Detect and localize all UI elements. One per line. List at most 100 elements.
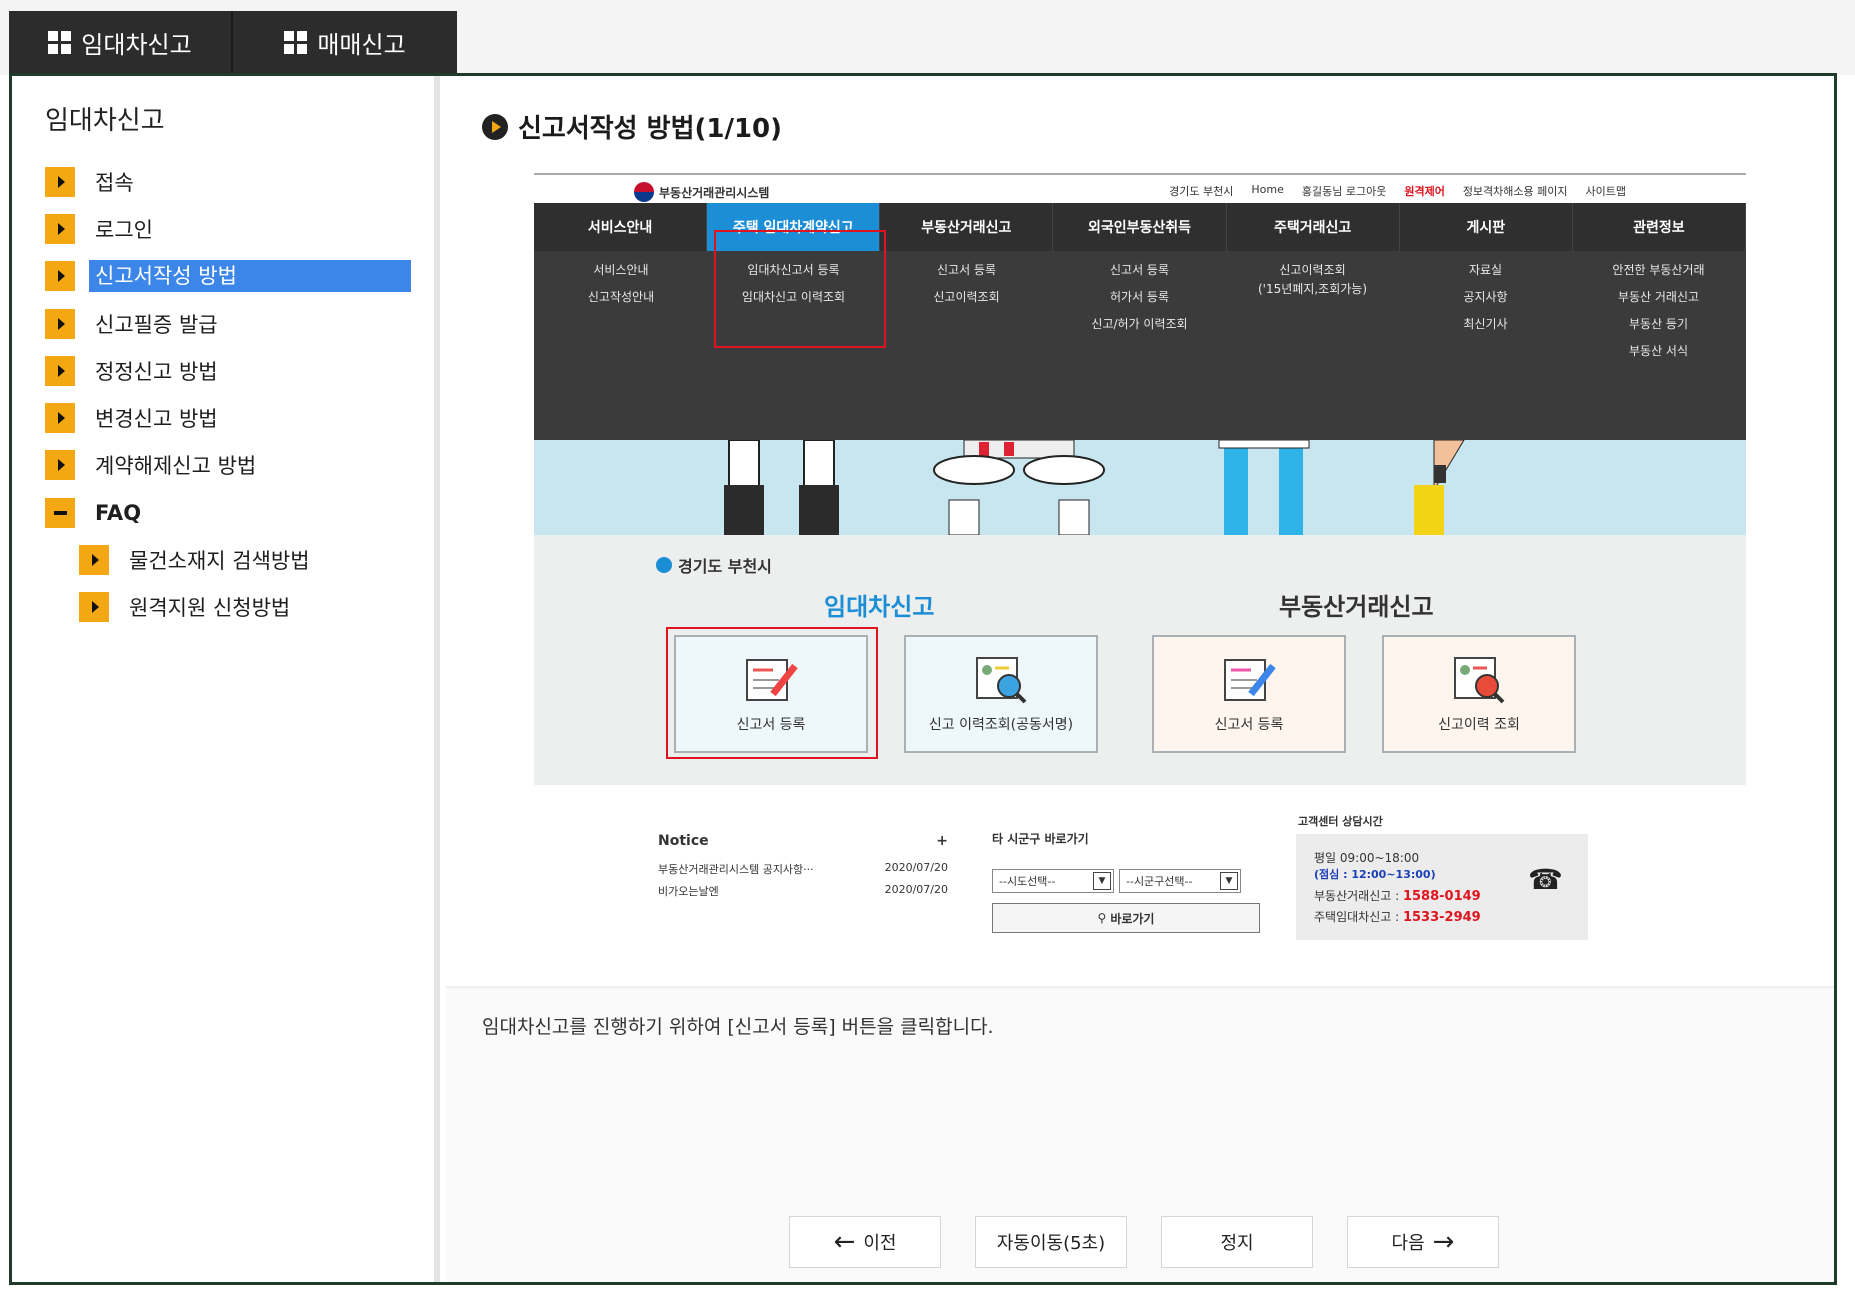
sidebar-title: 임대차신고	[45, 106, 165, 136]
contact-line-label: 주택임대차신고 :	[1314, 910, 1403, 924]
site-nav-item: 게시판	[1400, 203, 1573, 251]
auto-advance-label: 자동이동(5초)	[996, 1233, 1106, 1254]
util-remote: 원격제어	[1404, 185, 1445, 198]
sidebar-item-label: 신고서작성 방법	[89, 260, 411, 293]
tab-label: 매매신고	[317, 30, 406, 59]
site-sub-item: 신고서 등록	[936, 263, 996, 277]
sidebar-item-address-search[interactable]: 물건소재지 검색방법	[45, 536, 415, 583]
next-button[interactable]: 다음 →	[1347, 1216, 1499, 1268]
sidebar-item-change[interactable]: 변경신고 방법	[45, 394, 415, 441]
shortcut-box: 타 시군구 바로가기 --시도선택-- ▼ --시군구선택-- ▼ ⚲ 바로가기	[992, 830, 1262, 933]
sidebar-item-write-report[interactable]: 신고서작성 방법	[45, 253, 415, 300]
prev-button[interactable]: ← 이전	[789, 1216, 941, 1268]
shortcut-go-label: 바로가기	[1110, 911, 1155, 926]
util-links: 경기도 부천시 Home 홍길동님 로그아웃 원격제어 정보격차해소용 페이지 …	[1169, 183, 1626, 199]
site-sub-item: 신고/허가 이력조회	[1091, 317, 1188, 331]
site-sub-item: 부동산 등기	[1628, 317, 1688, 331]
notice-text: 부동산거래관리시스템 공지사항···	[658, 863, 814, 876]
card-trade-register[interactable]: 신고서 등록	[1152, 635, 1346, 753]
site-sub-menu: 신고서 등록 허가서 등록 신고/허가 이력조회	[1053, 261, 1226, 332]
city-select-value: --시군구선택--	[1126, 875, 1193, 888]
site-sub-item: 공지사항	[1463, 290, 1508, 304]
contact-line: 주택임대차신고 : 1533-2949	[1314, 907, 1570, 928]
tab-sale-report[interactable]: 매매신고	[233, 11, 457, 73]
chevron-down-icon: ▼	[1220, 872, 1238, 890]
contact-line-number: 1533-2949	[1402, 910, 1481, 925]
chevron-down-icon: ▼	[1093, 872, 1111, 890]
hero-illustration-graphic	[724, 440, 1465, 535]
card-label: 신고 이력조회(공동서명)	[928, 717, 1074, 733]
contact-title: 고객센터 상담시간	[1298, 815, 1383, 828]
card-label: 신고서 등록	[1214, 717, 1284, 733]
notice-box: Notice + 부동산거래관리시스템 공지사항··· 2020/07/20 비가오…	[658, 833, 948, 905]
notice-date: 2020/07/20	[884, 861, 948, 874]
contact-line-label: 부동산거래신고 :	[1314, 889, 1403, 903]
card-lease-history[interactable]: 신고 이력조회(공동서명)	[904, 635, 1098, 753]
caret-right-icon	[45, 403, 75, 434]
province-select: --시도선택-- ▼	[992, 869, 1114, 893]
step-controls: ← 이전 자동이동(5초) 정지 다음 →	[789, 1216, 1499, 1268]
auto-advance-button[interactable]: 자동이동(5초)	[975, 1216, 1127, 1268]
contact-box: 평일 09:00~18:00 (점심 : 12:00~13:00) 부동산거래신…	[1296, 834, 1588, 940]
sidebar-item-label: 신고필증 발급	[95, 312, 218, 337]
sidebar-item-label: 로그인	[95, 217, 153, 242]
site-sub-item: 신고작성안내	[587, 290, 655, 304]
caret-right-icon	[45, 450, 75, 481]
region-bullet-icon	[656, 557, 672, 573]
trade-heading: 부동산거래신고	[1279, 593, 1434, 621]
sidebar-item-correction[interactable]: 정정신고 방법	[45, 347, 415, 394]
shortcut-selects: --시도선택-- ▼ --시군구선택-- ▼	[992, 869, 1262, 893]
arrow-right-icon: →	[1432, 1227, 1455, 1257]
sidebar-item-label: 계약해제신고 방법	[95, 454, 257, 479]
sidebar-item-label: 정정신고 방법	[95, 359, 218, 384]
site-nav-item: 외국인부동산취득	[1053, 203, 1227, 251]
province-select-value: --시도선택--	[999, 875, 1056, 888]
service-panel: 경기도 부천시 임대차신고 부동산거래신고 신고서 등록 신고 이력조회(공동서…	[534, 535, 1746, 785]
site-sub-menu: 안전한 부동산거래 부동산 거래신고 부동산 등기 부동산 서식	[1572, 261, 1745, 359]
contact-line-number: 1588-0149	[1402, 889, 1481, 904]
search-document-icon	[1454, 657, 1505, 704]
site-sub-item: 부동산 거래신고	[1617, 290, 1700, 304]
next-button-label: 다음	[1391, 1233, 1425, 1254]
util-home: Home	[1251, 183, 1284, 196]
sidebar-item-certificate[interactable]: 신고필증 발급	[45, 300, 415, 347]
stop-button[interactable]: 정지	[1161, 1216, 1313, 1268]
content-frame: 임대차신고 접속 로그인 신고서작성 방법 신고필증 발급 정정신고 방법 변경…	[9, 73, 1837, 1285]
tutorial-screenshot: 부동산거래관리시스템 경기도 부천시 Home 홍길동님 로그아웃 원격제어 정…	[534, 173, 1746, 1043]
region-label: 경기도 부천시	[656, 553, 772, 577]
stop-button-label: 정지	[1220, 1233, 1254, 1254]
prev-button-label: 이전	[863, 1233, 897, 1254]
site-sub-item: ('15년폐지,조회가능)	[1257, 282, 1368, 296]
region-text: 경기도 부천시	[678, 557, 772, 576]
phone-icon: ☎	[1528, 863, 1563, 896]
caret-right-icon	[45, 261, 75, 292]
hero-illustration	[534, 440, 1746, 535]
sidebar-item-faq[interactable]: FAQ	[45, 489, 415, 536]
shortcut-go-button: ⚲ 바로가기	[992, 903, 1260, 933]
tab-lease-report[interactable]: 임대차신고	[9, 11, 233, 73]
sidebar-item-label: 변경신고 방법	[95, 407, 218, 432]
site-util-bar: 부동산거래관리시스템 경기도 부천시 Home 홍길동님 로그아웃 원격제어 정…	[534, 173, 1746, 203]
sidebar-item-remote-support[interactable]: 원격지원 신청방법	[45, 584, 415, 631]
grid-icon	[48, 30, 72, 54]
sidebar-item-label: FAQ	[95, 500, 142, 525]
site-sub-item: 신고서 등록	[1109, 263, 1169, 277]
site-sub-item: 최신기사	[1463, 317, 1508, 331]
notice-text: 비가오는날엔	[658, 885, 719, 898]
util-accessibility: 정보격차해소용 페이지	[1462, 185, 1568, 198]
sidebar-item-cancel[interactable]: 계약해제신고 방법	[45, 442, 415, 489]
site-sub-item: 부동산 서식	[1628, 344, 1688, 358]
site-sub-item: 서비스안내	[593, 263, 649, 277]
sidebar-item-connect[interactable]: 접속	[45, 158, 415, 205]
tab-bar: 임대차신고 매매신고	[9, 11, 457, 73]
search-icon: ⚲	[1097, 911, 1107, 925]
sidebar-item-login[interactable]: 로그인	[45, 205, 415, 252]
site-logo-text: 부동산거래관리시스템	[659, 185, 770, 200]
card-trade-history[interactable]: 신고이력 조회	[1382, 635, 1576, 753]
main-content: 신고서작성 방법(1/10) 부동산거래관리시스템 경기도 부천시 Home 홍…	[446, 76, 1834, 1282]
site-nav-item: 주택거래신고	[1227, 203, 1400, 251]
caret-right-icon	[79, 592, 109, 623]
site-sub-menu: 서비스안내 신고작성안내	[564, 261, 678, 305]
notice-row: 비가오는날엔 2020/07/20	[658, 883, 948, 899]
site-sub-item: 허가서 등록	[1109, 290, 1169, 304]
